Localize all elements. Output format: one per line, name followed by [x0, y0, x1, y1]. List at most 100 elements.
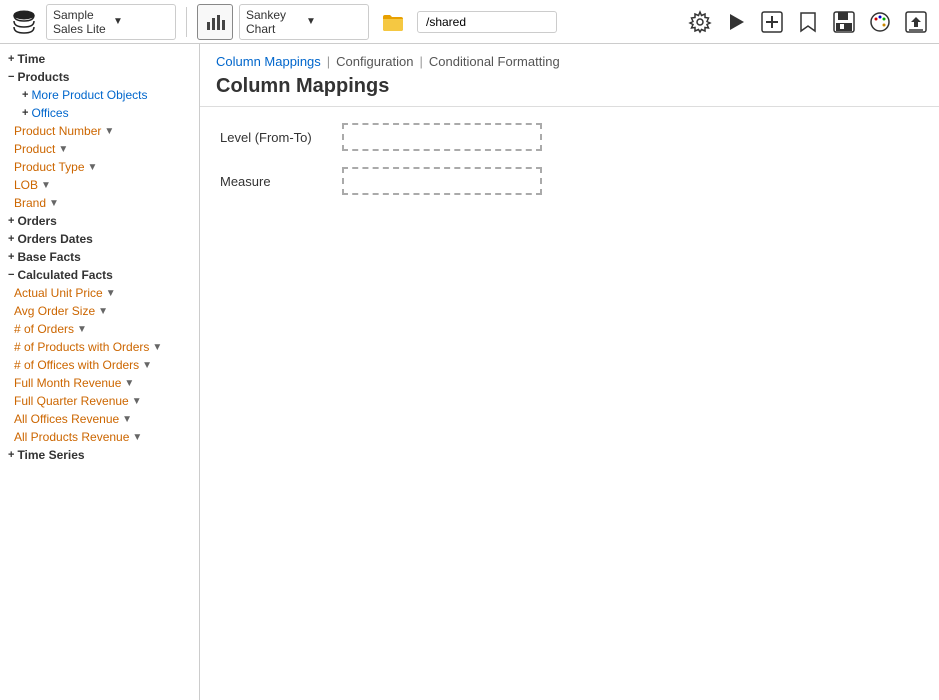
plus-icon[interactable]: + — [8, 233, 14, 245]
content-header: Column Mappings | Configuration | Condit… — [200, 44, 939, 107]
tab-configuration[interactable]: Configuration — [336, 54, 413, 69]
database-icon[interactable] — [8, 6, 40, 38]
sidebar-item-products[interactable]: − Products — [0, 68, 199, 86]
plus-icon[interactable]: + — [22, 89, 28, 101]
sidebar-item-full-month-revenue[interactable]: Full Month Revenue ▼ — [0, 374, 199, 392]
toolbar: Sample Sales Lite ▼ Sankey Chart ▼ — [0, 0, 939, 44]
sidebar-item-product-type[interactable]: Product Type ▼ — [0, 158, 199, 176]
dataset-label: Sample Sales Lite — [53, 8, 109, 36]
sidebar-item-brand[interactable]: Brand ▼ — [0, 194, 199, 212]
chart-type-label: Sankey Chart — [246, 8, 302, 36]
export-icon-button[interactable] — [901, 7, 931, 37]
sidebar-item-base-facts[interactable]: + Base Facts — [0, 248, 199, 266]
filter-icon: ▼ — [132, 432, 142, 443]
sidebar-item-num-orders[interactable]: # of Orders ▼ — [0, 320, 199, 338]
sidebar-item-label: Product Type — [14, 160, 85, 174]
filter-icon: ▼ — [41, 180, 51, 191]
tab-column-mappings[interactable]: Column Mappings — [216, 54, 321, 69]
sidebar-item-label: All Offices Revenue — [14, 412, 119, 426]
sidebar-item-label: LOB — [14, 178, 38, 192]
sidebar-item-lob[interactable]: LOB ▼ — [0, 176, 199, 194]
content-area: Column Mappings | Configuration | Condit… — [200, 44, 939, 700]
form-row-level: Level (From-To) — [220, 123, 919, 151]
minus-icon[interactable]: − — [8, 269, 14, 281]
sidebar-item-label: Actual Unit Price — [14, 286, 103, 300]
sidebar-item-actual-unit-price[interactable]: Actual Unit Price ▼ — [0, 284, 199, 302]
sidebar-item-label: Time — [17, 52, 45, 66]
page-title: Column Mappings — [216, 75, 923, 98]
sidebar: + Time − Products + More Product Objects… — [0, 44, 200, 700]
filter-icon: ▼ — [49, 198, 59, 209]
sidebar-item-label: # of Offices with Orders — [14, 358, 139, 372]
plus-icon[interactable]: + — [22, 107, 28, 119]
minus-icon[interactable]: − — [8, 71, 14, 83]
filter-icon: ▼ — [124, 378, 134, 389]
sidebar-item-label: All Products Revenue — [14, 430, 129, 444]
sidebar-item-offices[interactable]: + Offices — [0, 104, 199, 122]
sidebar-item-label: Base Facts — [17, 250, 80, 264]
chart-type-selector[interactable]: Sankey Chart ▼ — [239, 4, 369, 40]
sidebar-item-label: Full Quarter Revenue — [14, 394, 129, 408]
plus-icon[interactable]: + — [8, 53, 14, 65]
filter-icon: ▼ — [132, 396, 142, 407]
form-area: Level (From-To) Measure — [200, 107, 939, 227]
sidebar-item-all-offices-revenue[interactable]: All Offices Revenue ▼ — [0, 410, 199, 428]
save-icon-button[interactable] — [829, 7, 859, 37]
chart-type-chevron-icon: ▼ — [306, 16, 362, 27]
filter-icon: ▼ — [77, 324, 87, 335]
form-row-measure: Measure — [220, 167, 919, 195]
measure-drop-target[interactable] — [342, 167, 542, 195]
measure-label: Measure — [220, 174, 330, 189]
sidebar-item-num-products-with-orders[interactable]: # of Products with Orders ▼ — [0, 338, 199, 356]
sidebar-item-all-products-revenue[interactable]: All Products Revenue ▼ — [0, 428, 199, 446]
filter-icon: ▼ — [104, 126, 114, 137]
level-label: Level (From-To) — [220, 130, 330, 145]
sidebar-item-calculated-facts[interactable]: − Calculated Facts — [0, 266, 199, 284]
tab-conditional-formatting[interactable]: Conditional Formatting — [429, 54, 560, 69]
sidebar-item-orders-dates[interactable]: + Orders Dates — [0, 230, 199, 248]
sidebar-item-time-series[interactable]: + Time Series — [0, 446, 199, 464]
plus-icon[interactable]: + — [8, 215, 14, 227]
sidebar-item-label: Orders Dates — [17, 232, 92, 246]
plus-icon[interactable]: + — [8, 449, 14, 461]
sidebar-item-label: Calculated Facts — [17, 268, 112, 282]
sidebar-item-orders[interactable]: + Orders — [0, 212, 199, 230]
run-icon-button[interactable] — [721, 7, 751, 37]
add-icon-button[interactable] — [757, 7, 787, 37]
sidebar-item-label: Full Month Revenue — [14, 376, 121, 390]
main-layout: + Time − Products + More Product Objects… — [0, 44, 939, 700]
filter-icon: ▼ — [98, 306, 108, 317]
chart-type-icon-button[interactable] — [197, 4, 233, 40]
toolbar-actions — [685, 7, 931, 37]
sidebar-item-label: # of Orders — [14, 322, 74, 336]
sidebar-item-product-number[interactable]: Product Number ▼ — [0, 122, 199, 140]
settings-icon-button[interactable] — [685, 7, 715, 37]
sidebar-item-label: # of Products with Orders — [14, 340, 149, 354]
sidebar-item-full-quarter-revenue[interactable]: Full Quarter Revenue ▼ — [0, 392, 199, 410]
filter-icon: ▼ — [58, 144, 68, 155]
filter-icon: ▼ — [152, 342, 162, 353]
path-input[interactable] — [417, 11, 557, 33]
filter-icon: ▼ — [106, 288, 116, 299]
filter-icon: ▼ — [88, 162, 98, 173]
sidebar-item-label: Offices — [31, 106, 68, 120]
palette-icon-button[interactable] — [865, 7, 895, 37]
sidebar-item-more-product-objects[interactable]: + More Product Objects — [0, 86, 199, 104]
tab-separator-2: | — [420, 54, 423, 69]
sidebar-item-num-offices-with-orders[interactable]: # of Offices with Orders ▼ — [0, 356, 199, 374]
bookmark-icon-button[interactable] — [793, 7, 823, 37]
sidebar-item-label: Brand — [14, 196, 46, 210]
sidebar-item-avg-order-size[interactable]: Avg Order Size ▼ — [0, 302, 199, 320]
sidebar-item-label: Products — [17, 70, 69, 84]
filter-icon: ▼ — [142, 360, 152, 371]
sidebar-item-label: Time Series — [17, 448, 84, 462]
level-drop-target[interactable] — [342, 123, 542, 151]
filter-icon: ▼ — [122, 414, 132, 425]
plus-icon[interactable]: + — [8, 251, 14, 263]
tab-separator-1: | — [327, 54, 330, 69]
sidebar-item-product[interactable]: Product ▼ — [0, 140, 199, 158]
sidebar-item-time[interactable]: + Time — [0, 50, 199, 68]
dataset-selector[interactable]: Sample Sales Lite ▼ — [46, 4, 176, 40]
dataset-chevron-icon: ▼ — [113, 16, 169, 27]
folder-icon-button[interactable] — [375, 4, 411, 40]
